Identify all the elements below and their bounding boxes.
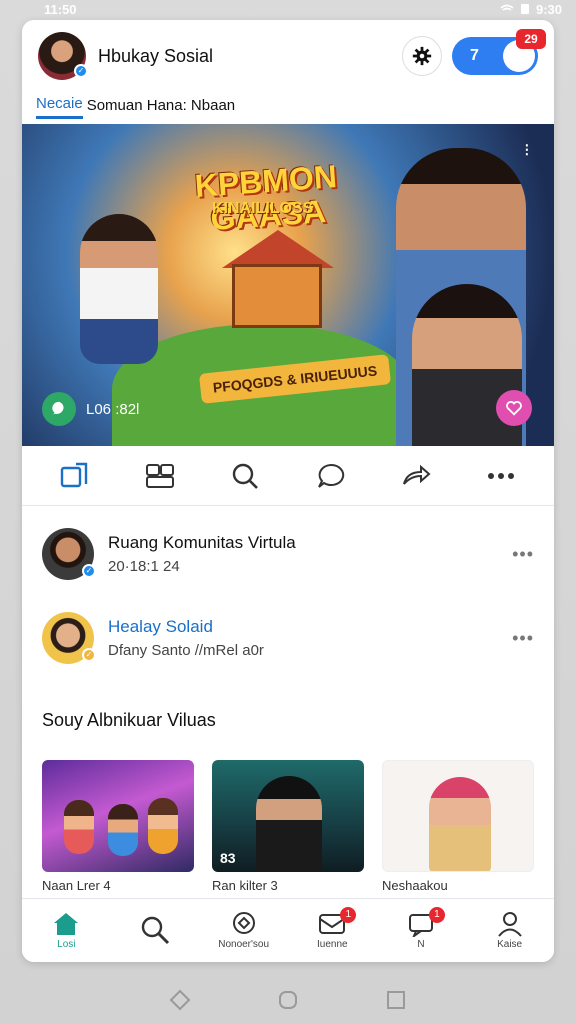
- more-icon: [487, 472, 514, 479]
- thumb-figure: [64, 800, 94, 854]
- thumb-figure: [148, 798, 178, 854]
- hero-banner[interactable]: KPBMON GAASA KINAILILOSS PFOQGDS & IRIUE…: [22, 124, 554, 446]
- share-icon[interactable]: ⁝: [524, 140, 530, 161]
- system-navigation: [0, 976, 576, 1024]
- nav-search[interactable]: [115, 915, 195, 947]
- nav-chat[interactable]: 1 N: [381, 907, 461, 950]
- back-icon[interactable]: [169, 989, 191, 1011]
- comment-icon: [317, 463, 344, 488]
- comment-button[interactable]: [314, 459, 348, 493]
- thumb-figure: [429, 777, 491, 871]
- toggle-value: 7: [470, 47, 479, 64]
- feed-author: Healay Solaid: [108, 617, 213, 636]
- thumb-figure: [108, 804, 138, 856]
- nav-label: Kaise: [497, 939, 523, 950]
- inbox-badge: 1: [340, 907, 357, 923]
- settings-button[interactable]: [402, 36, 442, 76]
- recents-icon[interactable]: [385, 989, 407, 1011]
- battery-icon: [520, 4, 529, 14]
- hero-house: [232, 264, 322, 328]
- more-button[interactable]: [484, 459, 518, 493]
- app-window: ✓ Hbukay Sosial 7 29 Necaie Somuan Hana:…: [22, 20, 554, 962]
- status-indicators: 9:30: [500, 2, 562, 17]
- nav-label: Nonoer'sou: [218, 939, 270, 950]
- verified-icon: ✓: [82, 564, 96, 578]
- bottom-navigation: Losi Nonoer'sou 1 Iuenne 1 N Kaise: [22, 898, 554, 962]
- tab-somuan[interactable]: Somuan Hana: Nbaan: [87, 97, 235, 118]
- video-thumbnail: 83: [212, 760, 364, 872]
- home-button-icon[interactable]: [277, 989, 299, 1011]
- list-item[interactable]: ✓ Ruang Komunitas Virtula 20·18:1 24 •••: [22, 524, 554, 584]
- chat-bubble-icon[interactable]: [42, 392, 76, 426]
- nav-home[interactable]: Losi: [26, 911, 106, 950]
- page-title: Hbukay Sosial: [98, 45, 214, 66]
- badge-icon: ✓: [82, 648, 96, 662]
- header: ✓ Hbukay Sosial 7 29: [22, 20, 554, 92]
- video-card[interactable]: 83 Ran kilter 3: [212, 760, 364, 896]
- tab-necaie[interactable]: Necaie: [36, 95, 83, 119]
- search-icon: [141, 916, 170, 944]
- nav-label: N: [417, 939, 425, 950]
- feed-meta: 20·18:1 24: [108, 558, 180, 575]
- video-title: Ran kilter 3: [212, 878, 278, 893]
- profile-icon: [497, 912, 522, 937]
- hero-kid-illustration: [80, 214, 158, 364]
- wifi-icon: [500, 4, 514, 11]
- verified-icon: ✓: [74, 64, 88, 78]
- compass-icon: [232, 912, 255, 934]
- edit-icon: [60, 462, 88, 487]
- avatar: ✓: [42, 612, 96, 664]
- video-thumbnail: [382, 760, 534, 872]
- gallery-icon: [146, 463, 175, 488]
- feed-meta: Dfany Santo //mRel a0r: [108, 642, 264, 659]
- search-icon: [233, 463, 259, 489]
- action-toolbar: [22, 446, 554, 506]
- like-button[interactable]: [496, 390, 532, 426]
- hero-subtitle: KINAILILOSS: [212, 200, 314, 217]
- video-card[interactable]: Neshaakou: [382, 760, 534, 896]
- list-item[interactable]: ✓ Healay Solaid Dfany Santo //mRel a0r •…: [22, 608, 554, 668]
- hero-house-roof: [222, 230, 334, 268]
- mode-toggle[interactable]: 7 29: [452, 29, 546, 75]
- avatar[interactable]: ✓: [38, 32, 88, 80]
- video-thumbnail: [42, 760, 194, 872]
- nav-label: Iuenne: [317, 939, 348, 950]
- video-thumbnails: Naan Lrer 4 83 Ran kilter 3 Neshaakou: [42, 760, 534, 896]
- feed-text: Healay Solaid Dfany Santo //mRel a0r: [108, 617, 512, 659]
- nav-inbox[interactable]: 1 Iuenne: [292, 907, 372, 950]
- hero-title: KPBMON GAASA: [193, 158, 339, 237]
- notification-badge: 29: [516, 29, 546, 49]
- nav-label: Losi: [57, 939, 76, 950]
- tab-bar: Necaie Somuan Hana: Nbaan: [22, 92, 554, 122]
- nav-profile[interactable]: Kaise: [470, 911, 550, 950]
- gallery-button[interactable]: [143, 459, 177, 493]
- heart-icon: [506, 401, 522, 416]
- feed-text: Ruang Komunitas Virtula 20·18:1 24: [108, 533, 512, 575]
- section-title: Souy Albnikuar Viluas: [42, 710, 216, 730]
- status-bar: 11:50 9:30: [0, 0, 576, 18]
- video-title: Naan Lrer 4: [42, 878, 111, 893]
- status-extra: 9:30: [535, 1, 562, 17]
- edit-button[interactable]: [58, 459, 92, 493]
- live-label: L06 :82l: [86, 400, 140, 418]
- video-title: Neshaakou: [382, 878, 448, 893]
- gear-icon: [412, 46, 432, 66]
- nav-discover[interactable]: Nonoer'sou: [204, 911, 284, 950]
- share-button[interactable]: [399, 459, 433, 493]
- thumb-figure: [256, 776, 322, 872]
- live-indicator: L06 :82l: [42, 392, 139, 426]
- more-options-icon[interactable]: •••: [512, 544, 534, 565]
- feed-author: Ruang Komunitas Virtula: [108, 533, 296, 552]
- search-button[interactable]: [228, 459, 262, 493]
- status-time: 11:50: [44, 1, 77, 17]
- more-options-icon[interactable]: •••: [512, 628, 534, 649]
- video-card[interactable]: Naan Lrer 4: [42, 760, 194, 896]
- chat-badge: 1: [428, 907, 445, 923]
- share-arrow-icon: [402, 464, 431, 485]
- avatar: ✓: [42, 528, 96, 580]
- home-icon: [54, 913, 79, 935]
- video-count: 83: [220, 850, 236, 866]
